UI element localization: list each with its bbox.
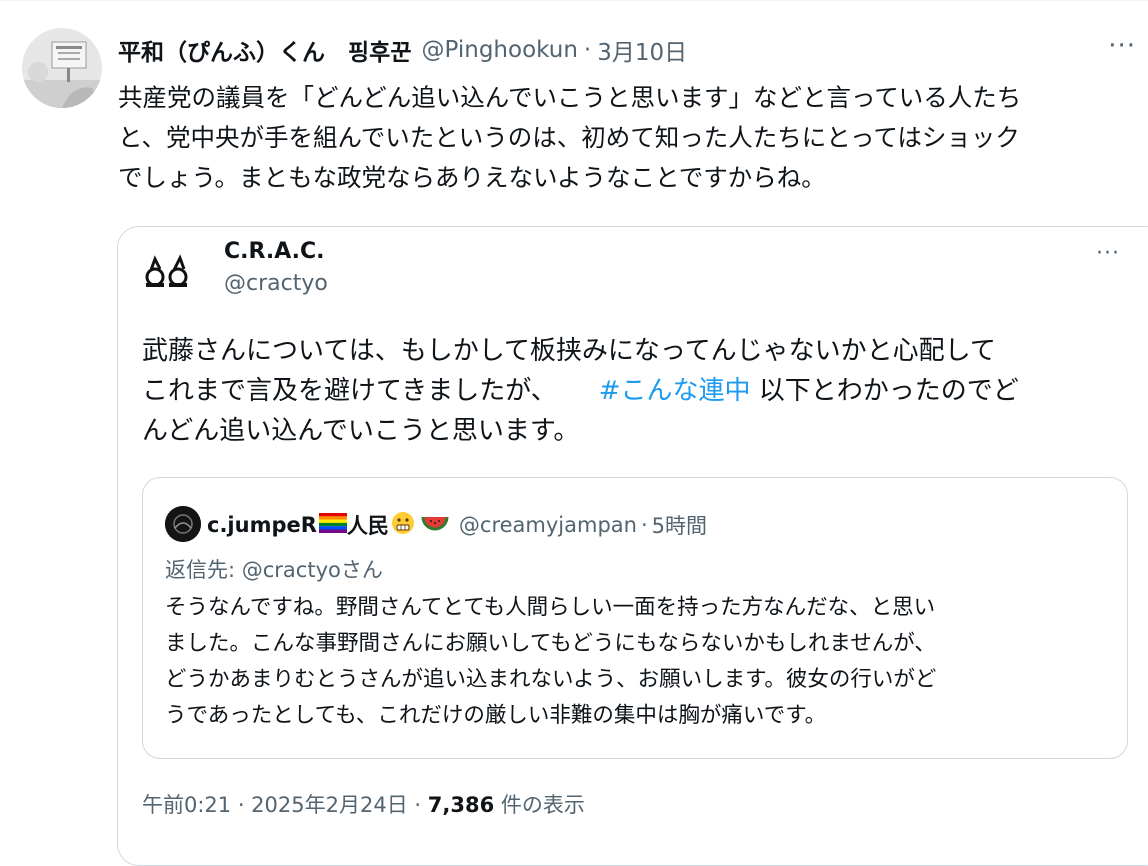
tweet-date[interactable]: 3月10日 (597, 33, 687, 67)
tweet-text-line: 共産党の議員を「どんどん追い込んでいこうと思います」などと言っている人たち (118, 83, 1022, 112)
crac-logo-icon (144, 253, 190, 289)
nested-time[interactable]: 5時間 (652, 510, 707, 540)
quoted-text: 武藤さんについては、もしかして板挟みになってんじゃないかと心配して これまで言及… (142, 331, 1132, 451)
tweet-text: 共産党の議員を「どんどん追い込んでいこうと思います」などと言っている人たち と、… (118, 78, 1146, 198)
quoted-text-fragment: 以下とわかったのでど (750, 376, 1019, 406)
more-icon[interactable]: ··· (1108, 33, 1136, 59)
nested-text-line: ました。こんな事野間さんにお願いしてもどうにもならないかもしれませんが、 (165, 631, 936, 656)
tweet-text-line: と、党中央が手を組んでいたというのは、初めて知った人たちにとってはショック (118, 123, 1020, 152)
watermelon-icon (421, 513, 449, 537)
quoted-text-line: んどん追い込んでいこうと思います。 (142, 416, 580, 446)
tweet-header: 平和（ぴんふ）くん 핑후꾼 @Pinghookun · 3月10日 (118, 32, 687, 68)
avatar[interactable] (22, 28, 102, 108)
quoted-more-icon[interactable]: ··· (1096, 241, 1120, 266)
nested-name-suffix: 人民 (346, 514, 389, 538)
top-divider (0, 0, 1148, 1)
separator-dot: · (640, 513, 648, 537)
quoted-footer: 午前0:21 · 2025年2月24日 · 7,386 件の表示 (142, 789, 585, 819)
hashtag-link[interactable]: #こんな連中 (599, 376, 751, 406)
reply-to[interactable]: 返信先: @cractyoさん (165, 554, 383, 584)
nested-name[interactable]: c.jumpeR (207, 513, 317, 537)
quoted-text-line: 武藤さんについては、もしかして板挟みになってんじゃないかと心配して (142, 336, 996, 366)
views-count: 7,386 (427, 793, 495, 817)
quoted-handle[interactable]: @cractyo (224, 271, 328, 296)
user-handle[interactable]: @Pinghookun (421, 37, 577, 63)
nested-text-line: そうなんですね。野間さんてとても人間らしい一面を持った方なんだな、と思い (165, 595, 936, 620)
nested-quote-card[interactable]: c.jumpeR 人民 @creamyjampan · 5時間 返信先: @cr… (142, 477, 1128, 759)
nested-text-line: どうかあまりむとうさんが追い込まれないよう、お願いします。彼女の行いがど (165, 667, 937, 692)
quoted-name[interactable]: C.R.A.C. (224, 239, 325, 264)
tweet-text-line: でしょう。まともな政党ならありえないようなことですからね。 (118, 163, 826, 192)
nested-header: c.jumpeR 人民 @creamyjampan · 5時間 (207, 508, 707, 542)
rainbow-flag-icon (318, 513, 347, 537)
nested-text-line: うであったとしても、これだけの厳しい非難の集中は胸が痛いです。 (165, 703, 827, 728)
display-name[interactable]: 平和（ぴんふ）くん 핑후꾼 (118, 33, 411, 67)
quoted-text-fragment: これまで言及を避けてきましたが、 (142, 376, 557, 406)
views-label: 件の表示 (494, 793, 585, 817)
quoted-text-line: これまで言及を避けてきましたが、 #こんな連中 以下とわかったのでど (142, 371, 1132, 411)
nested-text: そうなんですね。野間さんてとても人間らしい一面を持った方なんだな、と思い ました… (165, 590, 1115, 734)
nested-handle[interactable]: @creamyjampan (459, 513, 637, 537)
quoted-timestamp[interactable]: 午前0:21 · 2025年2月24日 · (142, 793, 428, 817)
quoted-tweet-card[interactable]: C.R.A.C. @cractyo ··· 武藤さんについては、もしかして板挟み… (117, 226, 1148, 866)
grimace-emoji-icon (391, 511, 415, 539)
nested-avatar[interactable] (165, 506, 201, 542)
separator-dot: · (583, 37, 592, 63)
